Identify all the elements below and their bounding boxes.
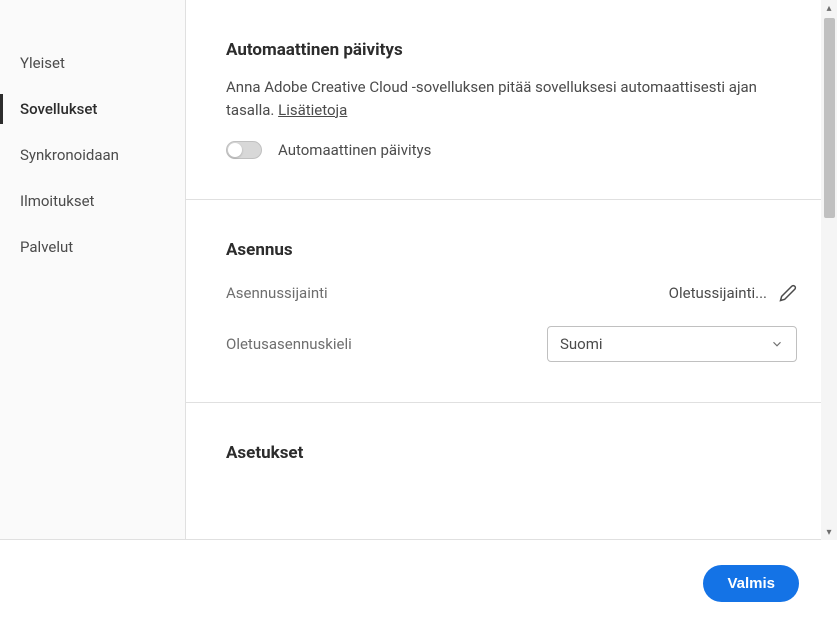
scrollbar-down-arrow[interactable]: ▾ — [821, 524, 837, 540]
auto-update-description: Anna Adobe Creative Cloud -sovelluksen p… — [226, 76, 797, 121]
install-language-row: Oletusasennuskieli Suomi — [226, 326, 797, 362]
section-auto-update: Automaattinen päivitys Anna Adobe Creati… — [186, 0, 837, 200]
footer: Valmis — [0, 540, 837, 627]
sidebar-item-apps[interactable]: Sovellukset — [0, 86, 185, 132]
sidebar-item-label: Palvelut — [20, 238, 73, 256]
sidebar-item-label: Synkronoidaan — [20, 146, 119, 164]
section-settings: Asetukset — [186, 403, 837, 519]
sidebar-item-syncing[interactable]: Synkronoidaan — [0, 132, 185, 178]
section-install: Asennus Asennussijainti Oletussijainti..… — [186, 200, 837, 403]
scrollbar-up-arrow[interactable]: ▴ — [821, 0, 837, 16]
auto-update-toggle-label: Automaattinen päivitys — [278, 141, 431, 159]
install-location-row: Asennussijainti Oletussijainti... — [226, 284, 797, 302]
scrollbar-track: ▴ ▾ — [821, 0, 837, 540]
install-location-label: Asennussijainti — [226, 284, 328, 302]
auto-update-title: Automaattinen päivitys — [226, 40, 797, 60]
settings-title: Asetukset — [226, 443, 797, 463]
edit-icon[interactable] — [779, 284, 797, 302]
install-language-select[interactable]: Suomi — [547, 326, 797, 362]
auto-update-toggle[interactable] — [226, 141, 262, 159]
scrollbar-thumb[interactable] — [824, 18, 835, 218]
auto-update-toggle-row: Automaattinen päivitys — [226, 141, 797, 159]
auto-update-more-link[interactable]: Lisätietoja — [278, 101, 347, 119]
sidebar-item-label: Ilmoitukset — [20, 192, 94, 210]
sidebar-item-label: Yleiset — [20, 54, 65, 72]
install-location-value: Oletussijainti... — [669, 284, 797, 302]
install-location-text: Oletussijainti... — [669, 284, 767, 302]
install-title: Asennus — [226, 240, 797, 260]
sidebar-item-general[interactable]: Yleiset — [0, 40, 185, 86]
sidebar-item-services[interactable]: Palvelut — [0, 224, 185, 270]
sidebar: Yleiset Sovellukset Synkronoidaan Ilmoit… — [0, 0, 186, 539]
chevron-down-icon — [770, 337, 784, 351]
sidebar-item-notifications[interactable]: Ilmoitukset — [0, 178, 185, 224]
done-button[interactable]: Valmis — [703, 565, 799, 602]
sidebar-item-label: Sovellukset — [20, 100, 97, 118]
toggle-knob — [228, 143, 242, 157]
install-language-value: Suomi — [560, 335, 603, 353]
install-language-label: Oletusasennuskieli — [226, 335, 352, 353]
main-container: Yleiset Sovellukset Synkronoidaan Ilmoit… — [0, 0, 837, 540]
main-panel: Automaattinen päivitys Anna Adobe Creati… — [186, 0, 837, 539]
